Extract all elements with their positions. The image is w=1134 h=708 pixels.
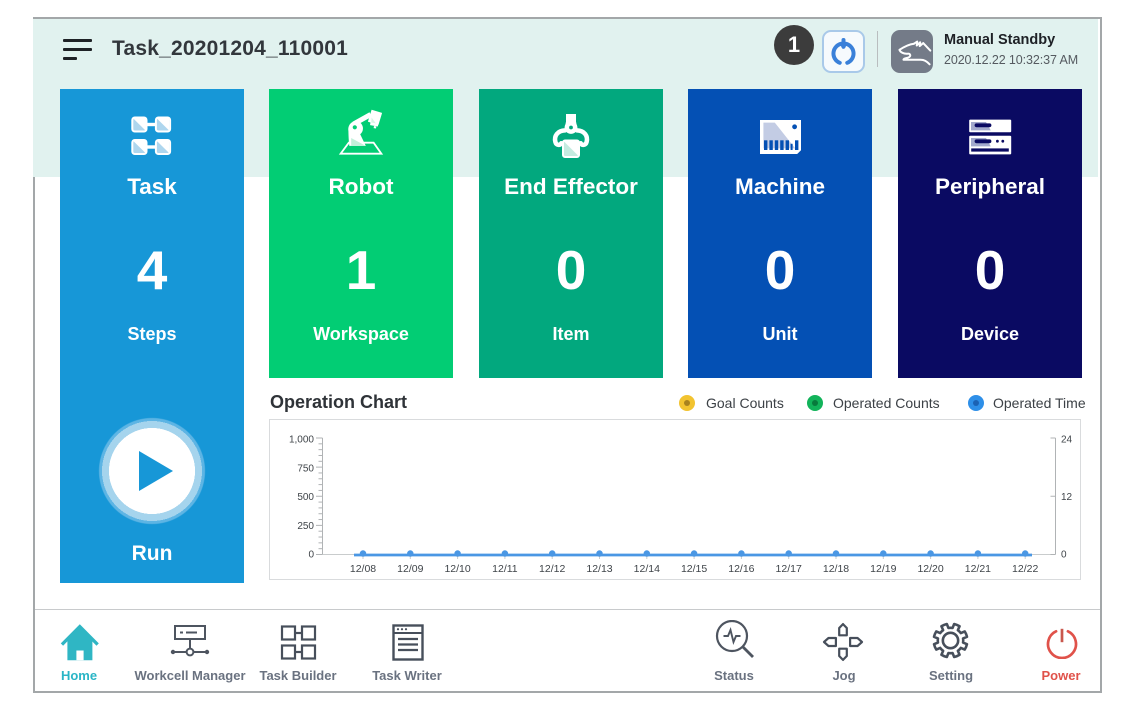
svg-text:12/20: 12/20 <box>917 563 943 575</box>
svg-text:12/17: 12/17 <box>776 563 802 575</box>
svg-text:0: 0 <box>308 550 314 561</box>
svg-text:12/14: 12/14 <box>634 563 660 575</box>
svg-text:500: 500 <box>297 492 314 503</box>
svg-text:12/08: 12/08 <box>350 563 376 575</box>
svg-text:12/09: 12/09 <box>397 563 423 575</box>
svg-text:12/12: 12/12 <box>539 563 565 575</box>
svg-text:750: 750 <box>297 463 314 474</box>
svg-text:24: 24 <box>1061 435 1073 446</box>
svg-text:12/19: 12/19 <box>870 563 896 575</box>
svg-text:1,000: 1,000 <box>289 435 314 446</box>
svg-text:12/21: 12/21 <box>965 563 991 575</box>
svg-text:0: 0 <box>1061 550 1067 561</box>
svg-text:12/13: 12/13 <box>586 563 612 575</box>
svg-text:250: 250 <box>297 521 314 532</box>
svg-text:12/16: 12/16 <box>728 563 754 575</box>
svg-text:12/15: 12/15 <box>681 563 707 575</box>
svg-text:12: 12 <box>1061 492 1073 503</box>
svg-text:12/18: 12/18 <box>823 563 849 575</box>
svg-text:12/22: 12/22 <box>1012 563 1038 575</box>
svg-text:12/11: 12/11 <box>492 563 518 575</box>
svg-text:12/10: 12/10 <box>444 563 470 575</box>
